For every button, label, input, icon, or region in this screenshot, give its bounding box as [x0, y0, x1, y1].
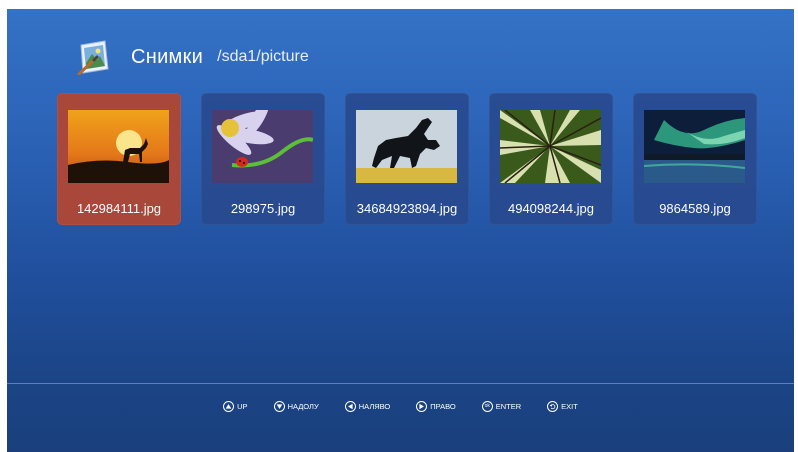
- file-name: 298975.jpg: [230, 201, 296, 216]
- hint-down: НАДОЛУ: [273, 400, 319, 412]
- media-browser-screen: Снимки /sda1/picture 142984111.jpg 29897…: [7, 9, 794, 452]
- hint-exit: EXIT: [547, 400, 578, 412]
- file-tile[interactable]: 142984111.jpg: [57, 93, 181, 225]
- hint-left-label: НАЛЯВО: [358, 401, 391, 411]
- file-tile[interactable]: 9864589.jpg: [633, 93, 757, 225]
- hint-up: UP: [223, 400, 248, 412]
- down-arrow-icon: [273, 400, 285, 412]
- back-arrow-icon: [547, 400, 559, 412]
- hint-enter-label: ENTER: [495, 401, 522, 411]
- picture-folder-icon: [77, 39, 111, 76]
- file-name: 34684923894.jpg: [356, 201, 458, 216]
- folder-path: /sda1/picture: [217, 48, 309, 65]
- up-arrow-icon: [223, 400, 235, 412]
- ladybug-flower-thumbnail: [212, 110, 313, 183]
- left-arrow-icon: [344, 400, 356, 412]
- black-horse-thumbnail: [356, 110, 457, 183]
- hint-enter: ok ENTER: [481, 400, 522, 412]
- aurora-lake-thumbnail: [644, 110, 745, 183]
- file-name: 494098244.jpg: [507, 201, 595, 216]
- hint-exit-label: EXIT: [561, 401, 578, 411]
- file-tile[interactable]: 34684923894.jpg: [345, 93, 469, 225]
- header: Снимки /sda1/picture: [77, 37, 309, 77]
- key-hints-bar: UP НАДОЛУ НАЛЯВО ПРАВО ok ENTER EXIT: [7, 389, 794, 423]
- hint-left: НАЛЯВО: [344, 400, 391, 412]
- forest-canopy-thumbnail: [500, 110, 601, 183]
- hint-right: ПРАВО: [416, 400, 456, 412]
- file-tile[interactable]: 298975.jpg: [201, 93, 325, 225]
- hint-up-label: UP: [237, 401, 248, 411]
- hint-right-label: ПРАВО: [430, 401, 456, 411]
- ok-icon: ok: [481, 400, 493, 412]
- footer-divider: [7, 383, 794, 384]
- sunset-deer-thumbnail: [68, 110, 169, 183]
- right-arrow-icon: [416, 400, 428, 412]
- file-tile[interactable]: 494098244.jpg: [489, 93, 613, 225]
- thumbnail-grid: 142984111.jpg 298975.jpg 34684923894.jpg…: [57, 93, 794, 225]
- page-title: Снимки: [131, 45, 204, 68]
- hint-down-label: НАДОЛУ: [287, 401, 319, 411]
- file-name: 142984111.jpg: [76, 201, 162, 216]
- file-name: 9864589.jpg: [659, 201, 731, 216]
